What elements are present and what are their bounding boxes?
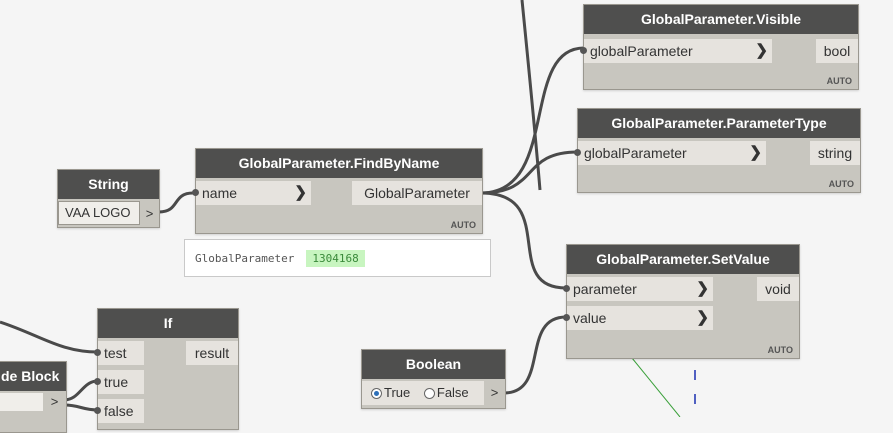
port-label: true bbox=[104, 374, 129, 390]
wire-findbyname-to-setvalue bbox=[480, 191, 567, 290]
port-label: test bbox=[104, 345, 127, 361]
input-connector-dot[interactable] bbox=[94, 378, 101, 385]
output-port-string[interactable]: > bbox=[140, 203, 159, 225]
preview-type-label: GlobalParameter bbox=[195, 252, 295, 265]
node-if[interactable]: If test true false result bbox=[94, 308, 239, 430]
input-port-true[interactable]: true bbox=[94, 370, 144, 394]
port-label: GlobalParameter bbox=[364, 185, 470, 201]
output-port-string[interactable]: string bbox=[810, 141, 860, 165]
input-port-value[interactable]: value ❯ bbox=[563, 306, 713, 330]
boolean-options: True False bbox=[362, 381, 484, 405]
output-port-code-block[interactable]: > bbox=[43, 391, 66, 413]
radio-true-label: True bbox=[384, 385, 411, 400]
node-title[interactable]: GlobalParameter.Visible bbox=[584, 5, 858, 34]
node-title[interactable]: GlobalParameter.FindByName bbox=[196, 149, 482, 178]
code-block-editor[interactable] bbox=[0, 393, 43, 411]
input-port-name[interactable]: name ❯ bbox=[192, 181, 311, 205]
output-port-boolean[interactable]: > bbox=[484, 382, 505, 404]
node-globalparameter-setvalue[interactable]: GlobalParameter.SetValue parameter ❯ val… bbox=[563, 244, 800, 359]
output-port-globalparameter[interactable]: GlobalParameter bbox=[352, 181, 482, 205]
input-port-false[interactable]: false bbox=[94, 399, 144, 423]
chevron-right-icon: ❯ bbox=[294, 184, 307, 201]
port-label: string bbox=[817, 145, 853, 161]
wire-codeblock-to-if-false bbox=[63, 403, 99, 412]
radio-false[interactable]: False bbox=[423, 385, 469, 400]
chevron-right-icon: ❯ bbox=[749, 144, 762, 161]
port-label: result bbox=[194, 345, 230, 361]
chevron-right-icon: ❯ bbox=[696, 280, 709, 297]
input-port-globalparameter[interactable]: globalParameter ❯ bbox=[574, 141, 766, 165]
port-label: name bbox=[202, 185, 238, 201]
node-string[interactable]: String VAA LOGO > bbox=[57, 169, 160, 228]
input-port-test[interactable]: test bbox=[94, 341, 144, 365]
input-connector-dot[interactable] bbox=[94, 407, 101, 414]
wire-offscreen-to-if-test bbox=[0, 320, 99, 354]
port-label: parameter bbox=[573, 281, 637, 297]
lacing-label: AUTO bbox=[767, 345, 793, 355]
lacing-label: AUTO bbox=[828, 179, 854, 189]
geometry-preview-green-line bbox=[631, 357, 681, 417]
node-preview-bubble: GlobalParameter 1304168 bbox=[184, 239, 491, 277]
output-port-void[interactable]: void bbox=[757, 277, 799, 301]
port-label: value bbox=[573, 310, 607, 326]
string-value-field[interactable]: VAA LOGO bbox=[58, 201, 140, 225]
radio-true[interactable]: True bbox=[371, 385, 410, 400]
node-title[interactable]: GlobalParameter.SetValue bbox=[567, 245, 799, 274]
radio-unselected-icon[interactable] bbox=[423, 388, 435, 399]
input-connector-dot[interactable] bbox=[192, 189, 199, 196]
node-globalparameter-visible[interactable]: GlobalParameter.Visible globalParameter … bbox=[580, 4, 859, 90]
node-title[interactable]: If bbox=[98, 309, 238, 338]
wire-string-to-findbyname bbox=[158, 191, 194, 214]
output-port-result[interactable]: result bbox=[186, 341, 238, 365]
wire-boolean-to-setvalue bbox=[503, 315, 567, 395]
input-connector-dot[interactable] bbox=[563, 314, 570, 321]
chevron-right-icon: ❯ bbox=[696, 309, 709, 326]
node-title[interactable]: de Block bbox=[0, 362, 66, 391]
node-title[interactable]: Boolean bbox=[362, 350, 505, 379]
node-code-block[interactable]: de Block > bbox=[0, 361, 67, 433]
node-title[interactable]: String bbox=[58, 170, 159, 199]
input-connector-dot[interactable] bbox=[563, 285, 570, 292]
radio-selected-icon[interactable] bbox=[371, 388, 382, 399]
input-connector-dot[interactable] bbox=[580, 47, 587, 54]
wire-codeblock-to-if-true bbox=[63, 379, 99, 402]
input-port-parameter[interactable]: parameter ❯ bbox=[563, 277, 713, 301]
node-title[interactable]: GlobalParameter.ParameterType bbox=[578, 109, 860, 138]
input-connector-dot[interactable] bbox=[94, 349, 101, 356]
input-connector-dot[interactable] bbox=[574, 149, 581, 156]
wire-findbyname-to-parametertype bbox=[480, 150, 579, 195]
port-label: globalParameter bbox=[584, 145, 687, 161]
port-label: bool bbox=[823, 43, 851, 59]
preview-value: 1304168 bbox=[306, 250, 365, 267]
lacing-label: AUTO bbox=[450, 220, 476, 230]
lacing-label: AUTO bbox=[826, 76, 852, 86]
node-globalparameter-findbyname[interactable]: GlobalParameter.FindByName name ❯ Global… bbox=[192, 148, 483, 234]
radio-false-label: False bbox=[436, 385, 469, 400]
node-globalparameter-parametertype[interactable]: GlobalParameter.ParameterType globalPara… bbox=[574, 108, 861, 193]
output-port-bool[interactable]: bool bbox=[816, 39, 858, 63]
string-value: VAA LOGO bbox=[65, 205, 131, 220]
port-label: globalParameter bbox=[590, 43, 693, 59]
input-port-globalparameter[interactable]: globalParameter ❯ bbox=[580, 39, 772, 63]
port-label: void bbox=[765, 281, 791, 297]
node-boolean[interactable]: Boolean True False > bbox=[361, 349, 506, 409]
chevron-right-icon: ❯ bbox=[755, 42, 768, 59]
